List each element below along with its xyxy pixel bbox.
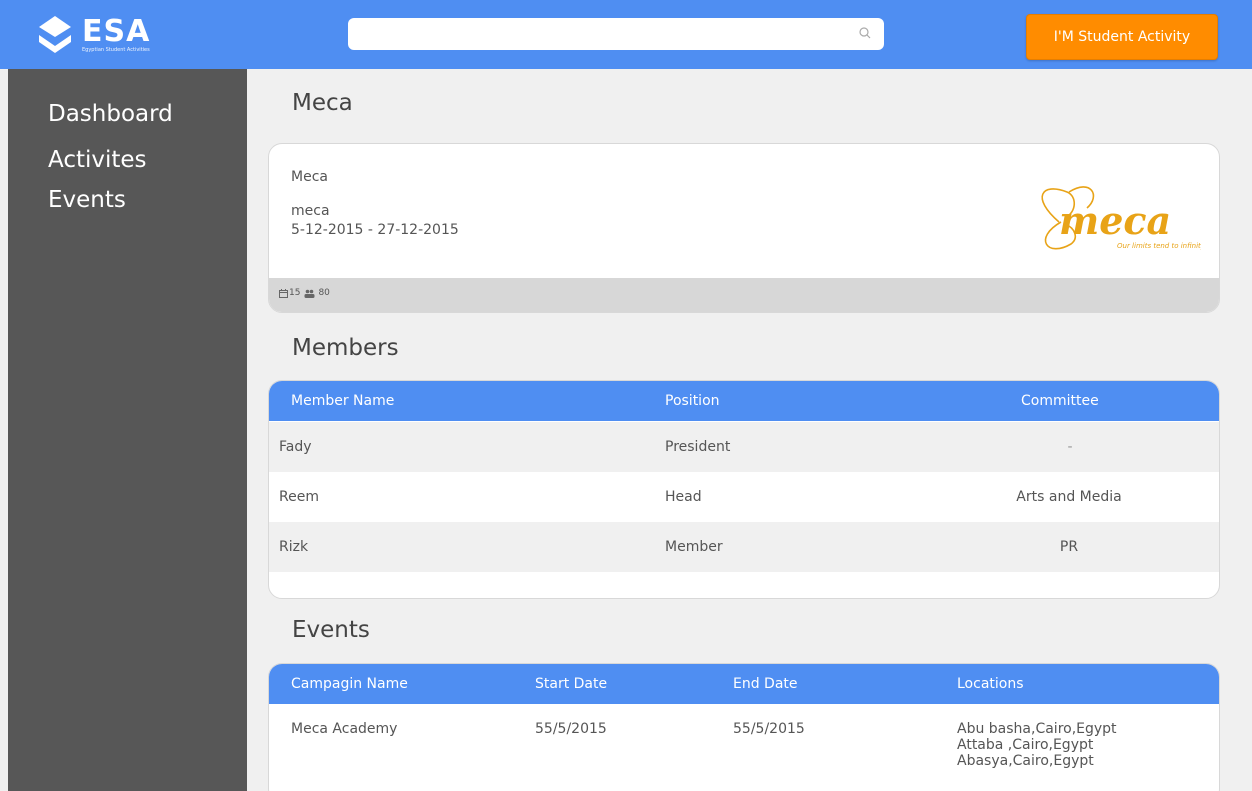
student-activity-button[interactable]: I'M Student Activity xyxy=(1026,14,1218,60)
members-title: Members xyxy=(292,335,399,361)
event-end-date: 55/5/2015 xyxy=(733,721,805,737)
logo-text: ESA Egyptian Student Activities xyxy=(82,14,151,54)
event-location: Abasya,Cairo,Egypt xyxy=(957,753,1094,769)
page-title: Meca xyxy=(292,90,353,116)
sidebar: Dashboard Activites Events xyxy=(8,69,247,791)
table-row[interactable]: Reem Head Arts and Media xyxy=(269,472,1219,522)
app-logo[interactable]: ESA Egyptian Student Activities xyxy=(36,12,150,58)
column-member-name: Member Name xyxy=(291,393,395,409)
activity-subtitle: meca xyxy=(291,203,330,219)
column-position: Position xyxy=(665,393,720,409)
logo-title: ESA xyxy=(82,14,151,49)
member-name: Rizk xyxy=(279,539,309,555)
table-row[interactable]: Rizk Member PR xyxy=(269,522,1219,572)
calendar-count: 15 xyxy=(289,288,301,298)
column-start-date: Start Date xyxy=(535,676,608,692)
event-location: Abu basha,Cairo,Egypt xyxy=(957,721,1117,737)
esa-logo-icon xyxy=(39,16,71,53)
member-position: Head xyxy=(665,489,702,505)
event-start-date: 55/5/2015 xyxy=(535,721,607,737)
sidebar-item-activites[interactable]: Activites xyxy=(48,147,147,173)
member-name: Reem xyxy=(279,489,319,505)
meca-logo-wordmark: meca xyxy=(1059,198,1171,243)
member-position: President xyxy=(665,439,731,455)
member-position: Member xyxy=(665,539,723,555)
users-icon xyxy=(304,289,315,298)
event-name: Meca Academy xyxy=(291,721,398,737)
events-table-header: Campagin Name Start Date End Date Locati… xyxy=(269,664,1219,704)
member-name: Fady xyxy=(279,439,312,455)
sidebar-item-events[interactable]: Events xyxy=(48,187,126,213)
column-locations: Locations xyxy=(957,676,1024,692)
column-end-date: End Date xyxy=(733,676,798,692)
members-count: 80 xyxy=(318,288,330,298)
logo-subtitle: Egyptian Student Activities xyxy=(82,47,150,53)
table-row[interactable]: Meca Academy 55/5/2015 55/5/2015 Abu bas… xyxy=(269,705,1219,791)
card-footer: 15 80 xyxy=(269,278,1219,312)
column-campaign-name: Campagin Name xyxy=(291,676,408,692)
events-table: Campagin Name Start Date End Date Locati… xyxy=(268,663,1220,791)
members-table: Member Name Position Committee Fady Pres… xyxy=(268,380,1220,599)
event-locations: Abu basha,Cairo,Egypt Attaba ,Cairo,Egyp… xyxy=(957,721,1117,769)
activity-card: Meca meca 5-12-2015 - 27-12-2015 meca Ou… xyxy=(268,143,1220,313)
meca-logo-tagline: Our limits tend to infinity xyxy=(1117,242,1201,250)
search-icon[interactable] xyxy=(858,26,872,40)
member-committee: PR xyxy=(1059,539,1079,555)
activity-name: Meca xyxy=(291,169,328,185)
event-location: Attaba ,Cairo,Egypt xyxy=(957,737,1094,753)
search-box[interactable] xyxy=(348,18,884,50)
activity-dates: 5-12-2015 - 27-12-2015 xyxy=(291,222,459,238)
column-committee: Committee xyxy=(1021,393,1099,409)
top-bar: ESA Egyptian Student Activities I'M Stud… xyxy=(0,0,1252,69)
member-committee: Arts and Media xyxy=(1016,489,1122,505)
events-title: Events xyxy=(292,617,370,643)
activity-stats: 15 80 xyxy=(279,288,330,298)
sidebar-item-dashboard[interactable]: Dashboard xyxy=(48,101,173,127)
calendar-icon xyxy=(279,288,288,298)
search-input[interactable] xyxy=(358,22,848,46)
member-committee: - xyxy=(1067,439,1073,455)
meca-logo: meca Our limits tend to infinity xyxy=(1041,186,1201,250)
members-table-header: Member Name Position Committee xyxy=(269,381,1219,421)
table-row[interactable]: Fady President - xyxy=(269,422,1219,472)
